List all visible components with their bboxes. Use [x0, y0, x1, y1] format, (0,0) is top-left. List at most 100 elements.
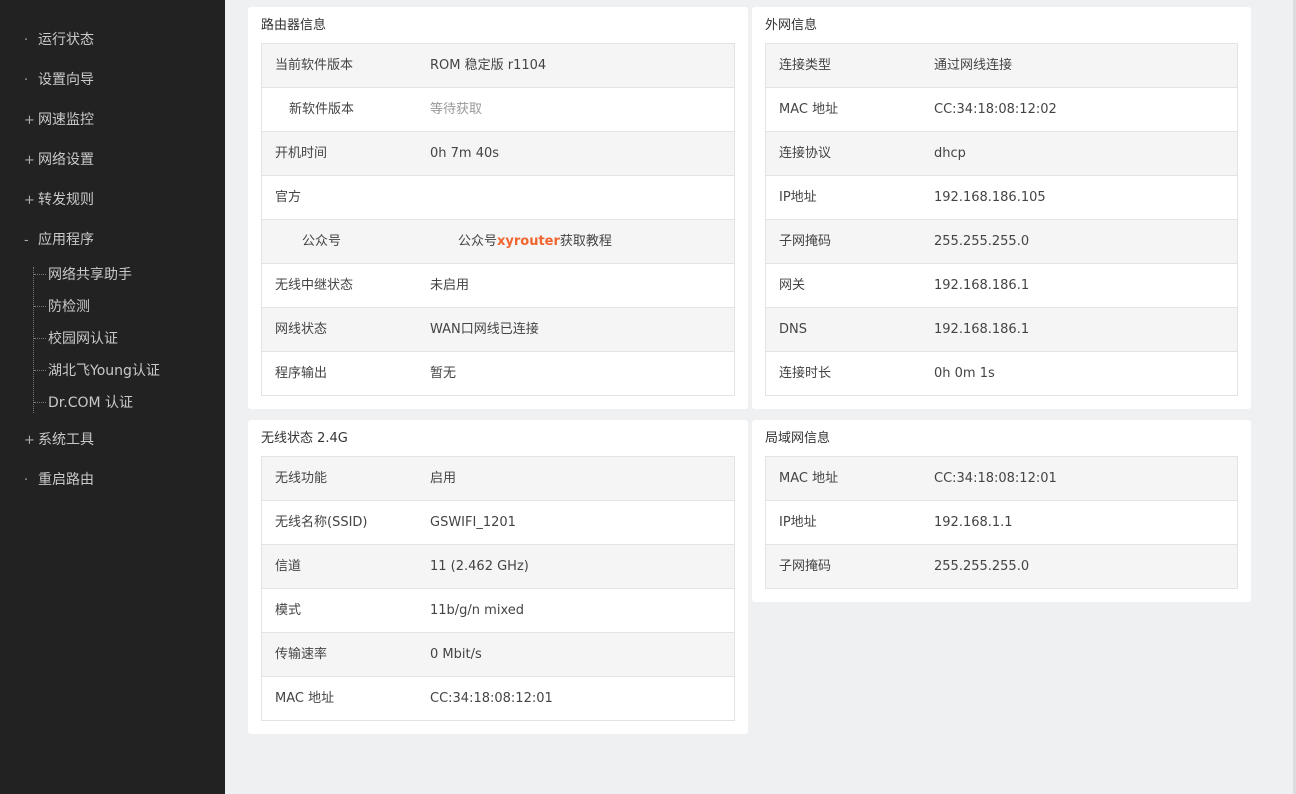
row-key: MAC 地址 — [779, 102, 839, 117]
panel-title: 局域网信息 — [765, 431, 831, 446]
sidebar-subitem-anti-detect[interactable]: 防检测 — [34, 296, 90, 318]
table-row: MAC 地址 CC:34:18:08:12:02 — [766, 88, 1237, 132]
sidebar: · 运行状态 · 设置向导 + 网速监控 + 网络设置 + 转发规则 - 应用程序 网络共享… — [0, 0, 225, 794]
tree-branch-icon — [34, 338, 46, 340]
sidebar-subitem-campus-auth[interactable]: 校园网认证 — [34, 328, 118, 350]
tree-branch-icon — [34, 402, 46, 404]
sidebar-item-label: 应用程序 — [38, 232, 94, 248]
row-key: 无线名称(SSID) — [275, 515, 368, 530]
row-value: 未启用 — [430, 278, 470, 293]
table-row: IP地址 192.168.1.1 — [766, 501, 1237, 545]
panel-title: 无线状态 2.4G — [261, 431, 348, 446]
value-prefix: 公众号 — [458, 234, 498, 249]
wechat-account-highlight: xyrouter — [497, 234, 560, 249]
table-row: DNS 192.168.186.1 — [766, 308, 1237, 352]
sidebar-item-forwarding-rules[interactable]: + 转发规则 — [24, 188, 94, 212]
row-value: 0 Mbit/s — [430, 647, 482, 662]
table-row: 子网掩码 255.255.255.0 — [766, 220, 1237, 264]
sidebar-subitem-label: 网络共享助手 — [48, 267, 132, 283]
table-row: 官方 — [262, 176, 734, 220]
panel-title: 外网信息 — [765, 18, 818, 33]
row-key: 网线状态 — [275, 322, 328, 337]
table-row: 信道 11 (2.462 GHz) — [262, 545, 734, 589]
sidebar-item-label: 设置向导 — [38, 72, 94, 88]
row-key: IP地址 — [779, 190, 817, 205]
lan-info-panel: 局域网信息 MAC 地址 CC:34:18:08:12:01 IP地址 192.… — [752, 420, 1251, 602]
table-row: 无线名称(SSID) GSWIFI_1201 — [262, 501, 734, 545]
row-key: 开机时间 — [275, 146, 328, 161]
row-key: 传输速率 — [275, 647, 328, 662]
row-value: 11 (2.462 GHz) — [430, 559, 529, 574]
sidebar-item-label: 系统工具 — [38, 432, 94, 448]
row-key: 网关 — [779, 278, 806, 293]
wireless-info-panel: 无线状态 2.4G 无线功能 启用 无线名称(SSID) GSWIFI_1201… — [248, 420, 748, 734]
sidebar-subitem-label: 校园网认证 — [48, 331, 118, 347]
row-key: 公众号 — [302, 234, 342, 249]
tree-branch-icon — [34, 370, 46, 372]
router-info-panel: 路由器信息 当前软件版本 ROM 稳定版 r1104 新软件版本 等待获取 开机… — [248, 7, 748, 409]
sidebar-item-system-tools[interactable]: + 系统工具 — [24, 428, 94, 452]
row-key: MAC 地址 — [779, 471, 839, 486]
row-key: 无线功能 — [275, 471, 328, 486]
row-value: 0h 7m 40s — [430, 146, 500, 161]
sidebar-item-reboot[interactable]: · 重启路由 — [24, 468, 94, 492]
row-value: CC:34:18:08:12:01 — [934, 471, 1057, 486]
table-row: 无线中继状态 未启用 — [262, 264, 734, 308]
table-row: 新软件版本 等待获取 — [262, 88, 734, 132]
sidebar-item-label: 重启路由 — [38, 472, 94, 488]
row-key: 连接类型 — [779, 58, 832, 73]
applications-subtree: 网络共享助手 防检测 校园网认证 湖北飞Young认证 Dr.COM 认证 — [33, 267, 214, 413]
tree-branch-icon — [34, 274, 46, 276]
row-value: 192.168.186.1 — [934, 278, 1030, 293]
row-value: GSWIFI_1201 — [430, 515, 516, 530]
table-row: 无线功能 启用 — [262, 457, 734, 501]
row-value: WAN口网线已连接 — [430, 322, 539, 337]
table-row: 连接时长 0h 0m 1s — [766, 352, 1237, 396]
sidebar-item-label: 运行状态 — [38, 32, 94, 48]
row-key: 连接协议 — [779, 146, 832, 161]
row-key: MAC 地址 — [275, 691, 335, 706]
table-row: 开机时间 0h 7m 40s — [262, 132, 734, 176]
sidebar-item-applications[interactable]: - 应用程序 — [24, 228, 94, 252]
row-value: 暂无 — [430, 366, 457, 381]
sidebar-subitem-network-share[interactable]: 网络共享助手 — [34, 264, 132, 286]
row-key: 新软件版本 — [289, 102, 355, 117]
sidebar-item-network-settings[interactable]: + 网络设置 — [24, 148, 94, 172]
sidebar-subitem-label: 湖北飞Young认证 — [48, 363, 160, 379]
table-row: MAC 地址 CC:34:18:08:12:01 — [262, 677, 734, 721]
sidebar-subitem-drcom-auth[interactable]: Dr.COM 认证 — [34, 392, 133, 414]
row-value: ROM 稳定版 r1104 — [430, 58, 547, 73]
row-key: 信道 — [275, 559, 302, 574]
sidebar-item-status[interactable]: · 运行状态 — [24, 28, 94, 52]
row-key: 连接时长 — [779, 366, 832, 381]
value-suffix: 获取教程 — [559, 234, 612, 249]
sidebar-item-label: 网速监控 — [38, 112, 94, 128]
tree-branch-icon — [34, 306, 46, 308]
row-value: CC:34:18:08:12:02 — [934, 102, 1057, 117]
row-value: 11b/g/n mixed — [430, 603, 524, 618]
row-value: dhcp — [934, 146, 966, 161]
row-value: 通过网线连接 — [934, 58, 1013, 73]
row-value: CC:34:18:08:12:01 — [430, 691, 553, 706]
sidebar-item-speed-monitor[interactable]: + 网速监控 — [24, 108, 94, 132]
row-key: DNS — [779, 322, 807, 337]
table-row: 连接类型 通过网线连接 — [766, 44, 1237, 88]
sidebar-subitem-hubei-young-auth[interactable]: 湖北飞Young认证 — [34, 360, 160, 382]
row-key: IP地址 — [779, 515, 817, 530]
row-value: 192.168.1.1 — [934, 515, 1013, 530]
row-value: 公众号xyrouter获取教程 — [458, 220, 612, 263]
wireless-info-table: 无线功能 启用 无线名称(SSID) GSWIFI_1201 信道 11 (2.… — [261, 456, 735, 721]
row-value: 255.255.255.0 — [934, 559, 1030, 574]
row-key: 当前软件版本 — [275, 58, 354, 73]
bullet-icon: · — [24, 473, 29, 488]
table-row: 传输速率 0 Mbit/s — [262, 633, 734, 677]
table-row: 模式 11b/g/n mixed — [262, 589, 734, 633]
sidebar-item-setup-wizard[interactable]: · 设置向导 — [24, 68, 94, 92]
sidebar-subitem-label: Dr.COM 认证 — [48, 395, 134, 411]
expand-icon: + — [24, 433, 35, 448]
table-row: IP地址 192.168.186.105 — [766, 176, 1237, 220]
row-key: 程序输出 — [275, 366, 328, 381]
row-value: 255.255.255.0 — [934, 234, 1030, 249]
table-row: 子网掩码 255.255.255.0 — [766, 545, 1237, 589]
lan-info-table: MAC 地址 CC:34:18:08:12:01 IP地址 192.168.1.… — [765, 456, 1238, 589]
